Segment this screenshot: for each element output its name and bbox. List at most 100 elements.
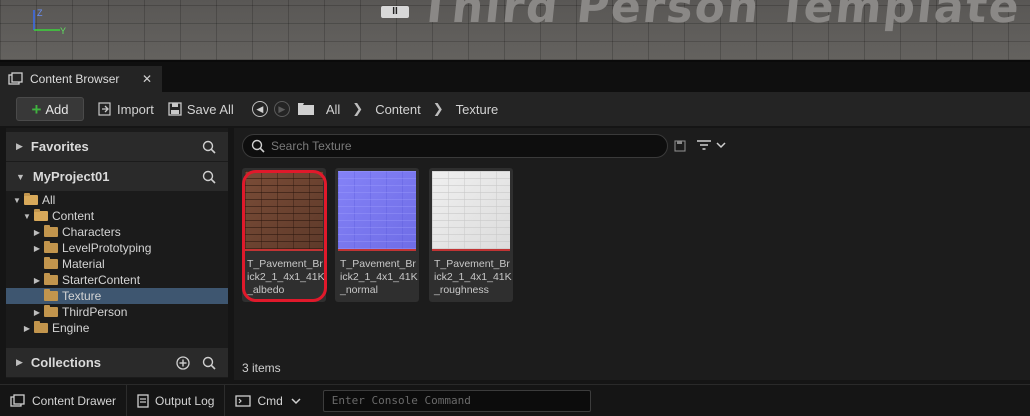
tree-item-material[interactable]: Material [6,256,228,272]
tree-item-thirdperson[interactable]: ▶ ThirdPerson [6,304,228,320]
axis-y-label: Y [60,26,66,36]
project-header[interactable]: ▼ MyProject01 [6,162,228,191]
texture-thumbnail [245,171,323,249]
save-all-button[interactable]: Save All [168,102,234,117]
expand-arrow-icon[interactable]: ▶ [32,244,42,253]
asset-tile-roughness[interactable]: T_Pavement_Brick2_1_4x1_41K_roughness [429,168,513,302]
tree-item-texture[interactable]: Texture [6,288,228,304]
expand-arrow-icon[interactable]: ▶ [32,228,42,237]
favorites-header[interactable]: ▶ Favorites [6,132,228,161]
tree-item-label: Characters [62,225,121,239]
filter-icon [697,140,711,150]
tree-item-engine[interactable]: ▶ Engine [6,320,228,336]
breadcrumb-all[interactable]: All [326,102,340,117]
project-label: MyProject01 [32,169,110,184]
item-count: 3 items [242,361,281,375]
search-icon[interactable] [202,356,216,370]
tree-item-label: Material [62,257,105,271]
folder-open-icon [24,193,38,205]
folder-icon [44,257,58,269]
folder-icon [44,225,58,237]
texture-thumbnail [338,171,416,249]
console-icon [235,394,252,407]
import-button[interactable]: Import [98,102,154,117]
save-search-icon[interactable] [674,140,686,152]
tree-item-label: Content [52,209,95,223]
expand-arrow-icon[interactable]: ▶ [16,357,23,368]
panel-tab-bar: Content Browser ✕ [0,62,1030,92]
console-command-input[interactable] [322,389,591,412]
back-arrow-icon[interactable]: ◀ [251,101,268,117]
asset-type-bar [245,249,323,251]
expand-arrow-icon[interactable]: ▶ [16,141,23,152]
tree-item-label: LevelPrototyping [62,241,152,255]
close-icon[interactable]: ✕ [142,72,152,86]
chevron-right-icon[interactable]: ❯ [352,101,363,117]
tree-item-all[interactable]: ▼ All [6,192,228,208]
axis-gizmo-icon: Z Y [33,8,66,36]
tree-item-label: Engine [52,321,90,335]
collections-header[interactable]: ▶ Collections [6,348,228,377]
output-log-label: Output Log [155,393,215,408]
content-drawer-button[interactable]: Content Drawer [0,384,128,416]
cmd-dropdown[interactable]: Cmd [225,385,310,416]
import-icon [98,102,111,116]
expand-arrow-icon[interactable]: ▶ [22,324,32,333]
tree-item-label: All [42,193,56,207]
search-icon[interactable] [202,170,216,184]
chevron-right-icon[interactable]: ❯ [433,101,444,117]
add-button[interactable]: + Add [16,97,84,121]
forward-arrow-icon[interactable]: ▶ [273,101,290,117]
collapse-arrow-icon[interactable]: ▼ [12,196,22,205]
collapse-arrow-icon[interactable]: ▼ [16,172,25,182]
collections-label: Collections [30,355,101,370]
tree-item-levelprototyping[interactable]: ▶ LevelPrototyping [6,240,228,256]
tab-label: Content Browser [30,72,120,86]
expand-arrow-icon[interactable]: ▶ [32,276,42,285]
add-collection-icon[interactable] [176,355,190,370]
asset-tile-albedo[interactable]: T_Pavement_Brick2_1_4x1_41K_albedo [242,168,326,302]
add-label: Add [45,101,69,117]
content-browser-icon [8,72,23,85]
texture-thumbnail [432,171,510,249]
save-all-label: Save All [186,101,234,117]
folder-icon[interactable] [297,103,314,115]
search-icon[interactable] [202,140,216,154]
tree-item-characters[interactable]: ▶ Characters [6,224,228,240]
breadcrumb-content[interactable]: Content [375,102,421,117]
folder-tree: ▼ All ▼ Content ▶ Characters ▶ LevelProt… [6,192,228,336]
breadcrumb-texture[interactable]: Texture [456,102,499,117]
status-bar: Content Drawer Output Log Cmd [0,384,1030,416]
folder-icon [44,289,58,301]
search-bar[interactable] [242,134,668,158]
level-viewport[interactable]: Third Person Template II Z Y [0,0,1030,62]
folder-open-icon [34,209,48,221]
asset-type-bar [338,249,416,251]
save-icon [168,102,182,116]
asset-name: T_Pavement_Brick2_1_4x1_41K_albedo [247,258,325,296]
tab-content-browser[interactable]: Content Browser ✕ [0,66,162,92]
asset-tile-normal[interactable]: T_Pavement_Brick2_1_4x1_41K_normal [335,168,419,302]
folder-icon [44,241,58,253]
viewport-overlay-text: Third Person Template [417,0,1024,33]
filter-button[interactable] [696,138,726,152]
collapse-arrow-icon[interactable]: ▼ [22,212,32,221]
asset-view: T_Pavement_Brick2_1_4x1_41K_albedo T_Pav… [234,128,1030,380]
expand-arrow-icon[interactable]: ▶ [32,308,42,317]
content-drawer-icon [10,393,25,407]
folder-icon [44,305,58,317]
cmd-label: Cmd [257,393,283,408]
asset-name: T_Pavement_Brick2_1_4x1_41K_roughness [434,258,512,296]
axis-z-label: Z [37,8,43,18]
tree-item-label: ThirdPerson [62,305,128,319]
tree-item-startercontent[interactable]: ▶ StarterContent [6,272,228,288]
output-log-button[interactable]: Output Log [127,384,226,416]
search-input[interactable] [271,139,651,153]
search-icon [251,139,265,153]
import-label: Import [117,101,154,117]
tree-item-content[interactable]: ▼ Content [6,208,228,224]
pause-icon[interactable]: II [381,6,409,18]
tree-item-label: Texture [62,289,102,303]
content-drawer-label: Content Drawer [32,393,117,408]
folder-icon [44,273,58,285]
